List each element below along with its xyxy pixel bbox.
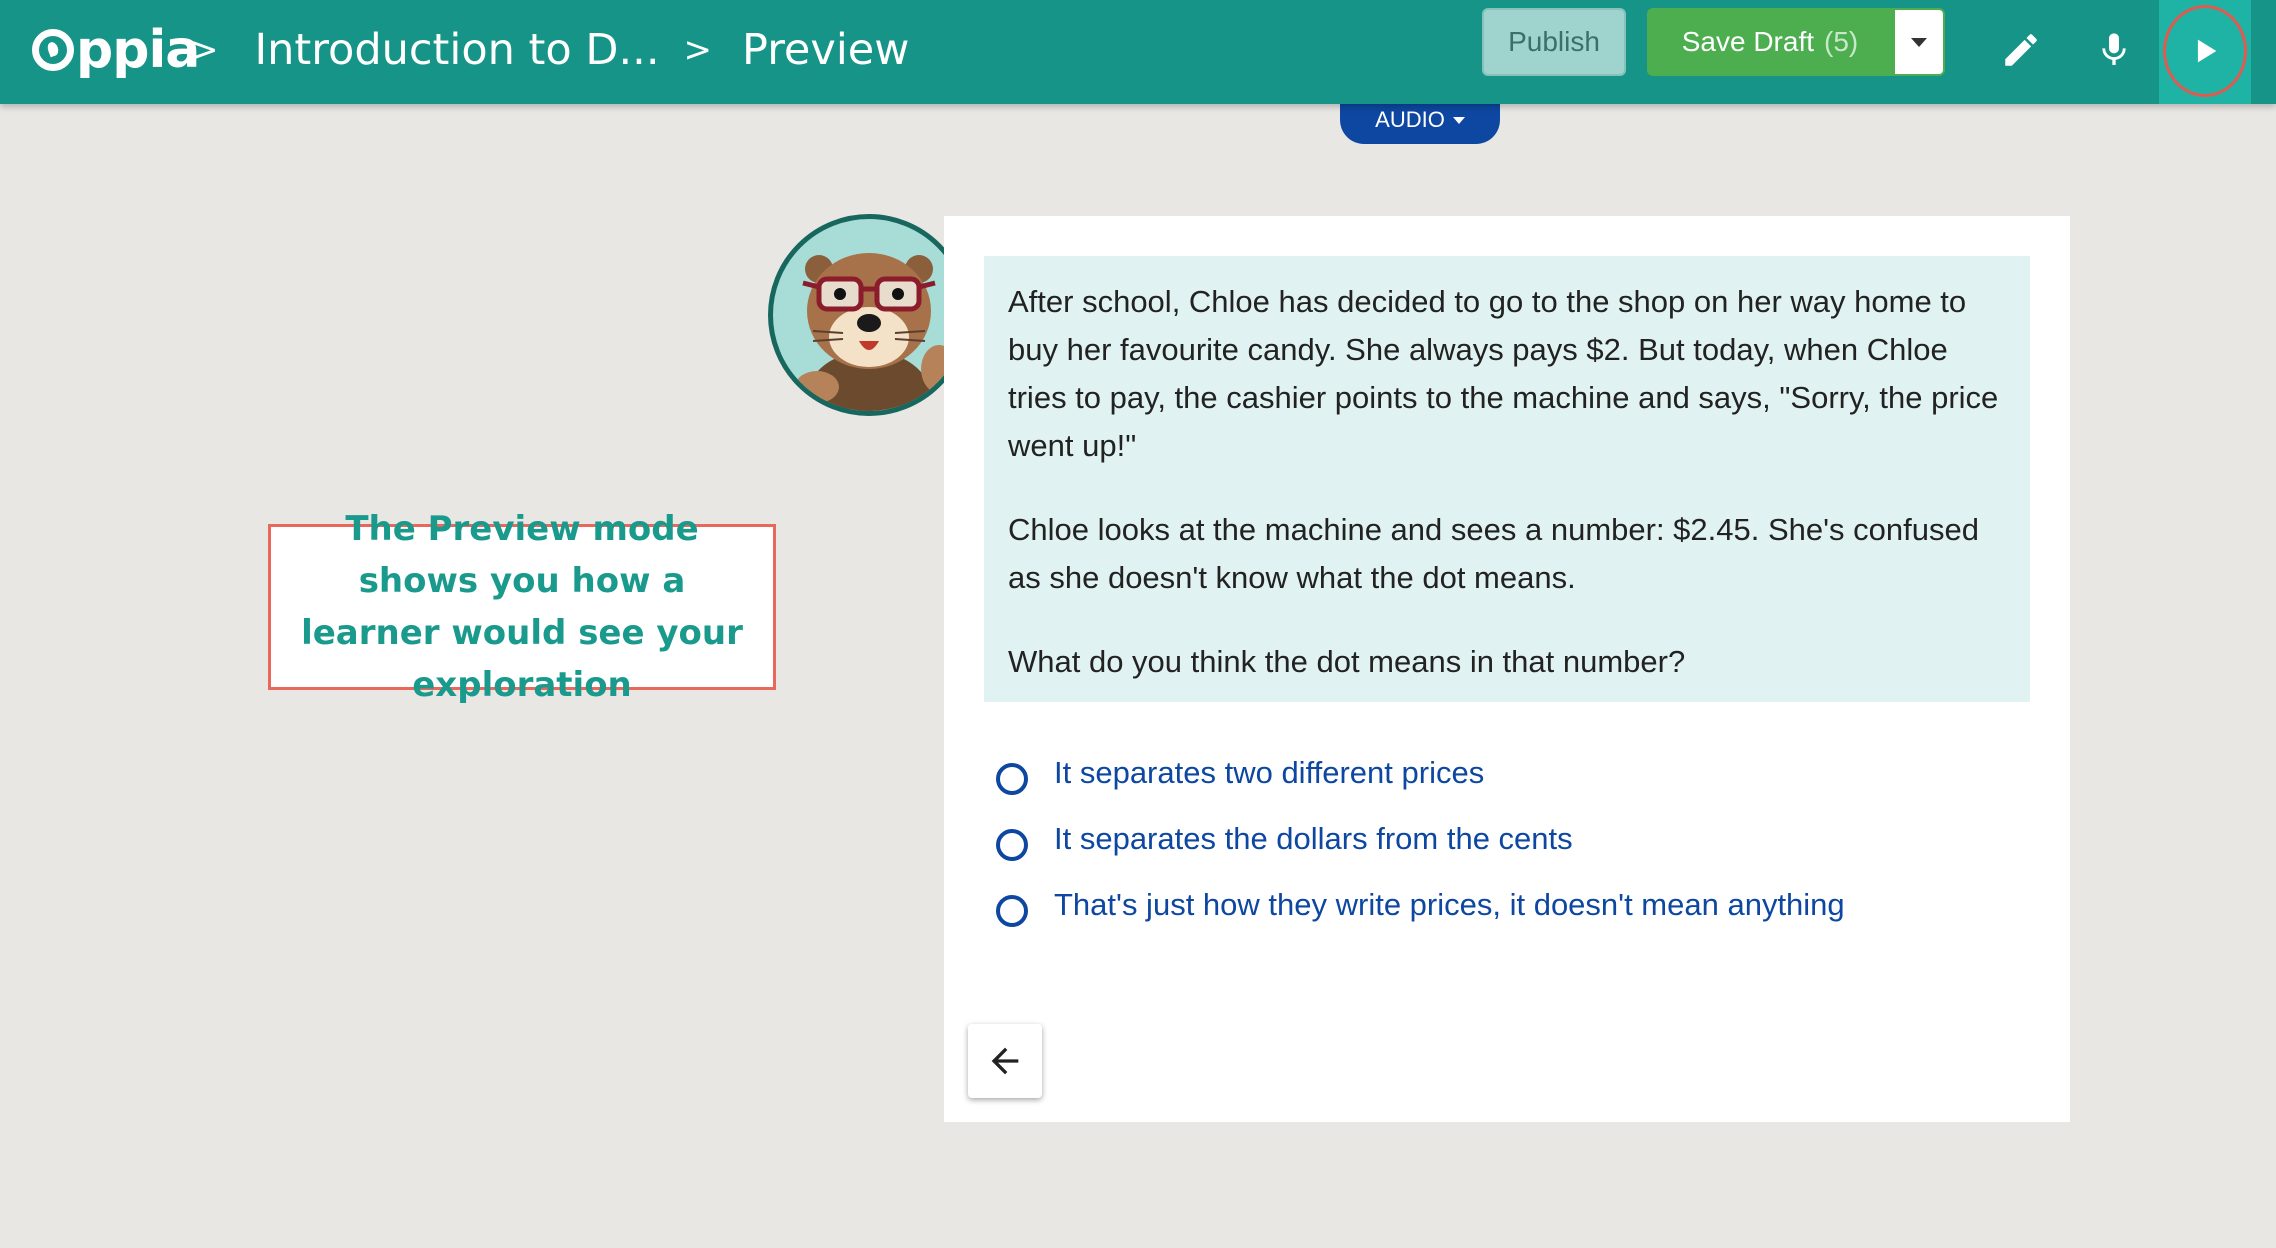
exploration-title[interactable]: Introduction to D...: [255, 25, 660, 75]
play-icon: [2197, 39, 2217, 63]
tutorial-callout: The Preview mode shows you how a learner…: [268, 509, 776, 705]
question-paragraph: After school, Chloe has decided to go to…: [1008, 284, 1999, 463]
caret-down-icon: [1452, 116, 1465, 124]
conversation-card: After school, Chloe has decided to go to…: [944, 216, 2070, 1122]
publish-button-label: Publish: [1508, 26, 1600, 57]
oppia-logo[interactable]: ppia: [32, 14, 200, 86]
logo-text: ppia: [76, 20, 200, 80]
choice-label[interactable]: It separates two different prices: [1054, 755, 1484, 791]
previous-card-button[interactable]: [968, 1024, 1042, 1098]
save-draft-label: Save Draft: [1681, 26, 1815, 57]
oppia-otter-avatar: [768, 214, 970, 416]
otter-icon: [795, 253, 957, 411]
edit-mode-button[interactable]: [1985, 14, 2057, 86]
save-draft-button[interactable]: Save Draft (5): [1647, 8, 1893, 76]
question-content: After school, Chloe has decided to go to…: [984, 256, 2030, 702]
choice-label[interactable]: It separates the dollars from the cents: [1054, 821, 1573, 857]
publish-button[interactable]: Publish: [1482, 8, 1626, 76]
current-page-title: Preview: [742, 25, 910, 75]
radio-button[interactable]: [996, 895, 1028, 927]
radio-button[interactable]: [996, 829, 1028, 861]
choice-option[interactable]: It separates the dollars from the cents: [996, 806, 2036, 872]
breadcrumb: > Introduction to D... > Preview: [190, 14, 909, 86]
save-options-dropdown[interactable]: [1893, 8, 1945, 76]
choice-label[interactable]: That's just how they write prices, it do…: [1054, 887, 1845, 923]
pencil-icon: [2005, 34, 2037, 66]
translation-mode-button[interactable]: [2078, 14, 2150, 86]
question-paragraph: What do you think the dot means in that …: [1008, 644, 1686, 679]
breadcrumb-separator: >: [190, 30, 219, 70]
question-paragraph: Chloe looks at the machine and sees a nu…: [1008, 512, 1979, 595]
breadcrumb-separator: >: [683, 30, 713, 70]
microphone-icon: [2102, 33, 2126, 65]
choice-option[interactable]: It separates two different prices: [996, 740, 2036, 806]
audio-label: AUDIO: [1375, 107, 1445, 132]
arrow-left-icon: [991, 1047, 1019, 1075]
preview-mode-button[interactable]: [2163, 5, 2247, 97]
radio-button[interactable]: [996, 763, 1028, 795]
chevron-down-icon: [1911, 37, 1927, 47]
choice-option[interactable]: That's just how they write prices, it do…: [996, 872, 2036, 938]
multiple-choice-options: It separates two different prices It sep…: [996, 740, 2036, 938]
top-navbar: ppia > Introduction to D... > Preview Pu…: [0, 0, 2276, 104]
save-draft-count: (5): [1824, 26, 1859, 57]
oppia-logo-mark-icon: [32, 29, 74, 71]
callout-text: The Preview mode shows you how a learner…: [301, 509, 743, 705]
